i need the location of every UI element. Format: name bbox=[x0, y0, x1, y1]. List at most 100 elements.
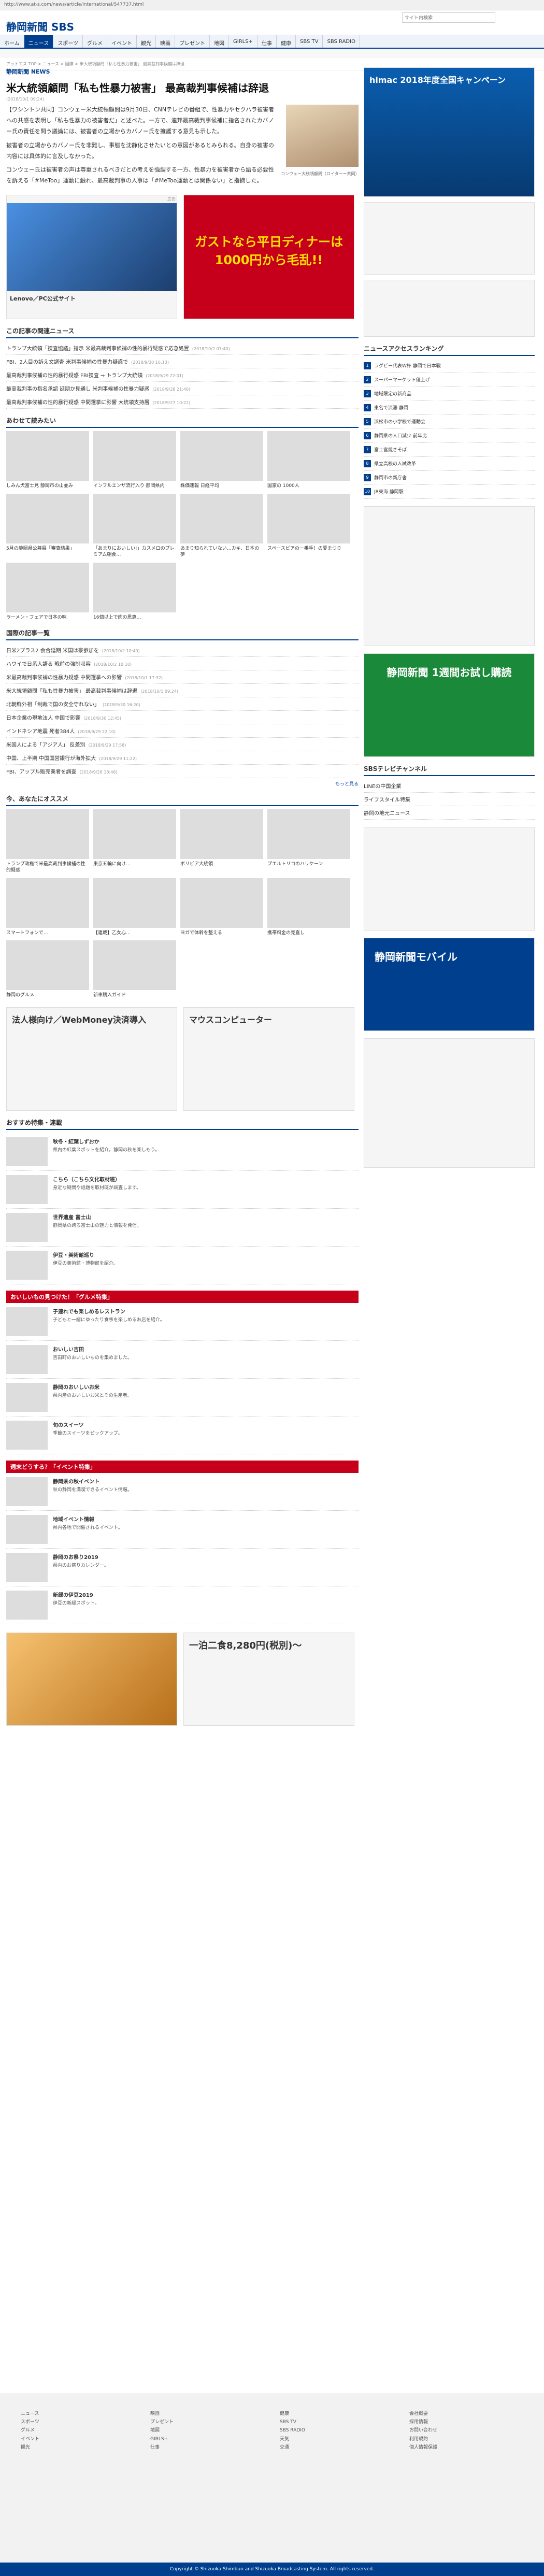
nav-item[interactable]: GIRLS+ bbox=[229, 35, 257, 48]
side-ad[interactable] bbox=[364, 202, 535, 275]
card-image[interactable] bbox=[267, 431, 350, 481]
side-ad[interactable] bbox=[364, 280, 535, 337]
card[interactable]: 東京五輪に向け… bbox=[93, 809, 176, 874]
card-image[interactable] bbox=[6, 809, 89, 859]
card-title[interactable]: 5月の静岡県公募展「審査結果」 bbox=[6, 546, 89, 552]
ranking-item[interactable]: 5 浜松市の小学校で運動会 bbox=[364, 415, 535, 429]
feature-title[interactable]: 旬のスイーツ bbox=[53, 1421, 123, 1428]
card-image[interactable] bbox=[180, 431, 263, 481]
list-item[interactable]: インドネシア地震 死者384人 (2018/9/29 22:10) bbox=[6, 724, 359, 738]
ranking-item[interactable]: 4 東名で渋滞 静岡 bbox=[364, 401, 535, 415]
card-image[interactable] bbox=[93, 493, 176, 543]
rank-title[interactable]: 県立高校の入試改革 bbox=[374, 460, 416, 467]
footer-link[interactable]: GIRLS+ bbox=[150, 2435, 174, 2443]
feature-item[interactable]: 旬のスイーツ 季節のスイーツをピックアップ。 bbox=[6, 1416, 359, 1454]
feature-item[interactable]: 静岡県の秋イベント 秋の静岡を満喫できるイベント情報。 bbox=[6, 1473, 359, 1511]
footer-link[interactable]: 交通 bbox=[280, 2443, 305, 2452]
nav-item[interactable]: SBS RADIO bbox=[323, 35, 360, 48]
feature-title[interactable]: 静岡のおいしいお米 bbox=[53, 1383, 132, 1391]
card[interactable]: 【連載】乙女心… bbox=[93, 878, 176, 937]
card[interactable]: 「あまりにおいしい!」カスメロのプレミアム朝食… bbox=[93, 493, 176, 559]
card-image[interactable] bbox=[6, 563, 89, 613]
footer-link[interactable]: 観光 bbox=[21, 2443, 39, 2452]
ad-title[interactable]: Lenovo／PC公式サイト bbox=[7, 291, 177, 306]
footer-link[interactable]: SBS TV bbox=[280, 2418, 305, 2426]
side-ad[interactable] bbox=[364, 827, 535, 931]
list-item[interactable]: 最高裁判事候補の性的暴行疑惑 FBI捜査 ⇒ トランプ大統領 (2018/9/29… bbox=[6, 368, 359, 382]
card[interactable]: 5月の静岡県公募展「審査結果」 bbox=[6, 493, 89, 559]
card-image[interactable] bbox=[6, 431, 89, 481]
nav-item[interactable]: プレゼント bbox=[175, 35, 210, 48]
ad-title[interactable]: 一泊二食8,280円(税別)〜 bbox=[189, 1638, 349, 1652]
card-title[interactable]: 東京五輪に向け… bbox=[93, 861, 176, 868]
card-title[interactable]: 【連載】乙女心… bbox=[93, 930, 176, 937]
card-image[interactable] bbox=[180, 809, 263, 859]
card-title[interactable]: 携帯料金の見直し bbox=[267, 930, 350, 937]
feature-title[interactable]: 静岡のお祭り2019 bbox=[53, 1553, 109, 1561]
ad-title[interactable]: 静岡新聞 1週間お試し購読 bbox=[387, 666, 512, 679]
card-title[interactable]: 16個以上で肉の恩恵… bbox=[93, 614, 176, 621]
card-image[interactable] bbox=[6, 878, 89, 928]
card[interactable]: しみん犬富士見 静岡市の山並み bbox=[6, 431, 89, 490]
card[interactable]: 新車購入ガイド bbox=[93, 940, 176, 999]
card-title[interactable]: 静岡のグルメ bbox=[6, 992, 89, 999]
footer-link[interactable]: グルメ bbox=[21, 2426, 39, 2435]
nav-item[interactable]: 映画 bbox=[156, 35, 176, 48]
ad-title[interactable]: 法人様向け／WebMoney決済導入 bbox=[12, 1013, 171, 1025]
card-title[interactable]: ラーメン・フェアで日本の味 bbox=[6, 614, 89, 621]
card-title[interactable]: スマートフォンで… bbox=[6, 930, 89, 937]
card-image[interactable] bbox=[267, 493, 350, 543]
card[interactable]: 株価速報 日経平均 bbox=[180, 431, 263, 490]
feature-title[interactable]: 伊豆・美術館巡り bbox=[53, 1251, 118, 1258]
card[interactable]: プエルトリコのハリケーン bbox=[267, 809, 350, 874]
card-image[interactable] bbox=[93, 431, 176, 481]
footer-link[interactable]: 地図 bbox=[150, 2426, 174, 2435]
card-title[interactable]: スペースピアの一番手！の夏まつり bbox=[267, 546, 350, 552]
feature-item[interactable]: 地域イベント情報 県内各地で開催されるイベント。 bbox=[6, 1511, 359, 1549]
list-item[interactable]: LINEの中国企業 bbox=[364, 779, 535, 793]
ranking-item[interactable]: 7 富士宮焼きそば bbox=[364, 443, 535, 457]
card[interactable]: スマートフォンで… bbox=[6, 878, 89, 937]
webmoney-ad[interactable]: 法人様向け／WebMoney決済導入 bbox=[6, 1007, 177, 1111]
ad-title[interactable]: ガストなら平日ディナーは1000円から毛乱!! bbox=[195, 235, 343, 267]
card[interactable]: ラーメン・フェアで日本の味 bbox=[6, 563, 89, 621]
card-title[interactable]: 「あまりにおいしい!」カスメロのプレミアム朝食… bbox=[93, 546, 176, 559]
rank-title[interactable]: 静岡市の新庁舎 bbox=[374, 474, 407, 481]
feature-item[interactable]: 世界遺産 富士山 静岡県の誇る富士山の魅力と情報を発信。 bbox=[6, 1209, 359, 1247]
rank-title[interactable]: 東名で渋滞 静岡 bbox=[374, 404, 408, 411]
card-image[interactable] bbox=[267, 809, 350, 859]
lenovo-ad[interactable]: 広告 Lenovo／PC公式サイト bbox=[6, 195, 177, 320]
card-title[interactable]: 国家の 1000人 bbox=[267, 483, 350, 490]
list-item[interactable]: 北朝鮮外相「制裁で国の安全守れない」 (2018/9/30 16:20) bbox=[6, 697, 359, 711]
list-item[interactable]: 米国人による「アジア人」 反差別 (2018/9/29 17:58) bbox=[6, 738, 359, 751]
footer-link[interactable]: 映画 bbox=[150, 2410, 174, 2418]
more-link[interactable]: もっと見る bbox=[335, 782, 359, 787]
feature-title[interactable]: 新緑の伊豆2019 bbox=[53, 1591, 99, 1598]
feature-image[interactable] bbox=[6, 1382, 48, 1412]
card-image[interactable] bbox=[180, 878, 263, 928]
feature-image[interactable] bbox=[6, 1590, 48, 1620]
ranking-item[interactable]: 6 静岡県の人口減少 前年比 bbox=[364, 429, 535, 443]
ad-image[interactable] bbox=[7, 203, 177, 292]
nav-item[interactable]: SBS TV bbox=[296, 35, 323, 48]
card-image[interactable] bbox=[6, 940, 89, 991]
article-photo[interactable] bbox=[286, 105, 359, 167]
shizuoka-ad[interactable]: 静岡新聞 1週間お試し購読 bbox=[364, 653, 535, 757]
footer-link[interactable]: お問い合わせ bbox=[409, 2426, 437, 2435]
mobile-ad[interactable]: 静岡新聞モバイル bbox=[364, 938, 535, 1031]
card-title[interactable]: プエルトリコのハリケーン bbox=[267, 861, 350, 868]
feature-item[interactable]: 新緑の伊豆2019 伊豆の新緑スポット。 bbox=[6, 1586, 359, 1624]
footer-link[interactable]: プレゼント bbox=[150, 2418, 174, 2426]
feature-title[interactable]: 地域イベント情報 bbox=[53, 1515, 123, 1523]
card-title[interactable]: ボリビア大統領 bbox=[180, 861, 263, 868]
feature-title[interactable]: 秋冬・紅葉しずおか bbox=[53, 1137, 160, 1145]
rank-title[interactable]: スーパーマーケット値上げ bbox=[374, 376, 430, 383]
card-title[interactable]: ヨガで体幹を整える bbox=[180, 930, 263, 937]
list-item[interactable]: FBI、2人目の訴え文調査 米判事候補の性暴力疑惑で (2018/9/30 16:… bbox=[6, 355, 359, 369]
feature-image[interactable] bbox=[6, 1212, 48, 1242]
list-item[interactable]: 最高裁判事候補の性的暴行疑惑 中間選挙に影響 大統領支持層 (2018/9/27 … bbox=[6, 395, 359, 409]
list-item[interactable]: 米大統領顧問「私も性暴力被害」 最高裁判事候補は辞退 (2018/10/1 09:… bbox=[6, 684, 359, 697]
nav-item[interactable]: イベント bbox=[107, 35, 137, 48]
feature-image[interactable] bbox=[6, 1514, 48, 1544]
feature-item[interactable]: おいしい吉田 吉田町のおいしいものを集めました。 bbox=[6, 1341, 359, 1379]
